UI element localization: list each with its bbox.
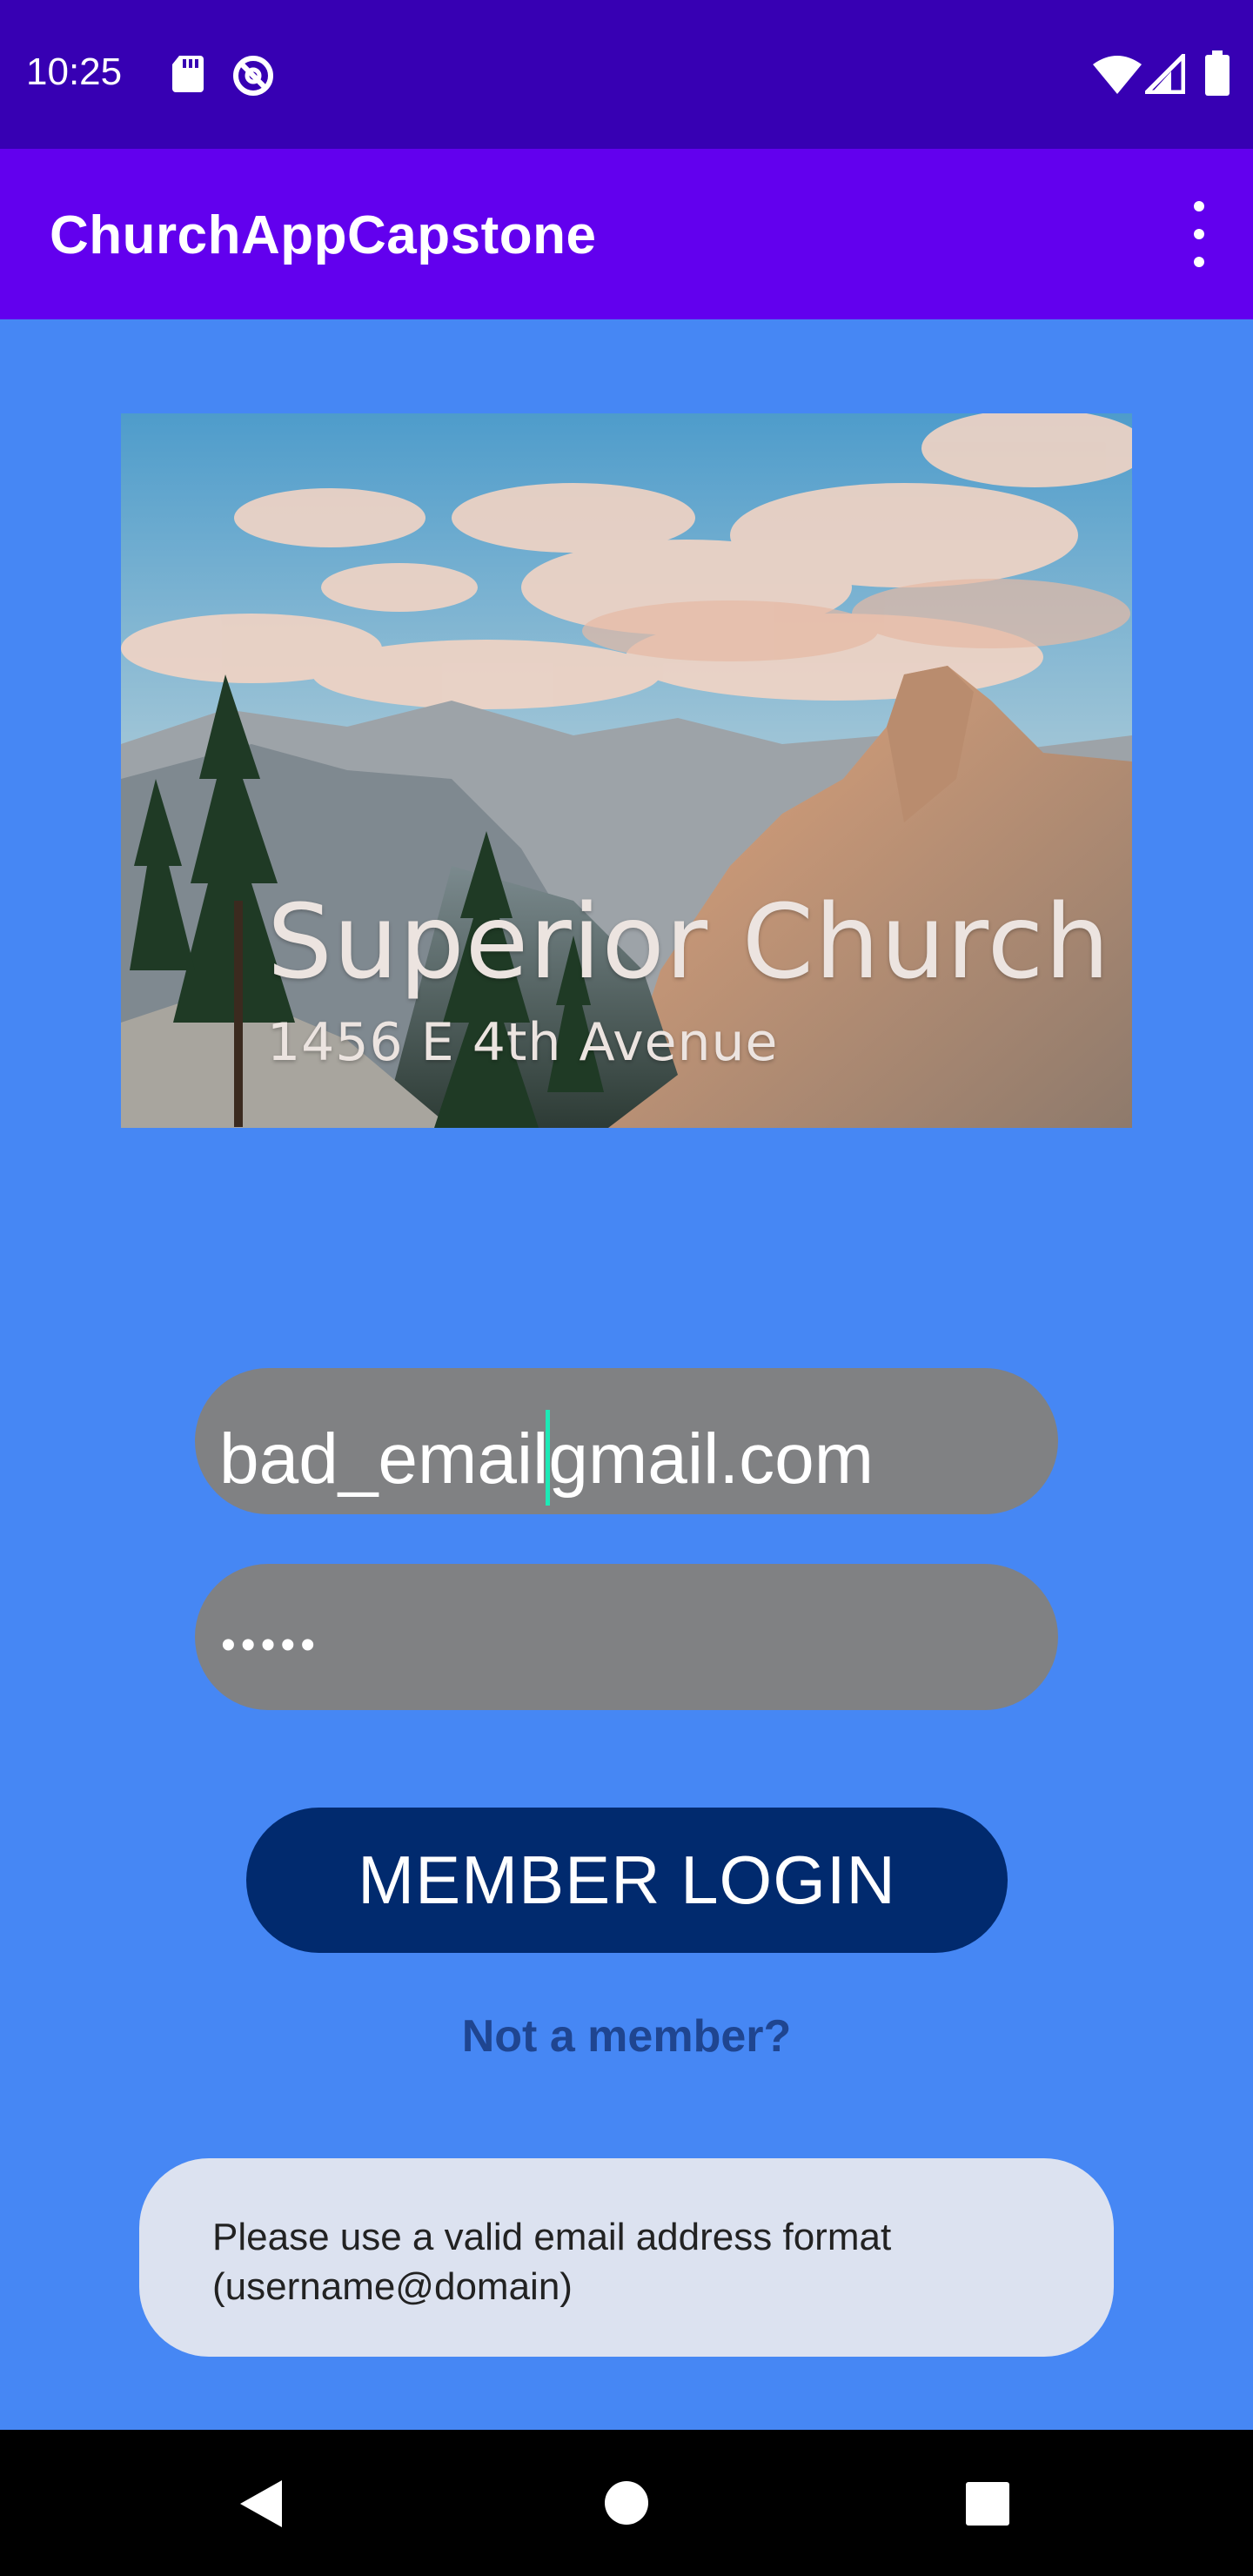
text-cursor [546,1410,551,1506]
status-bar: 10:25 [0,0,1253,149]
password-value: ••••• [221,1622,321,1668]
do-not-disturb-icon [233,56,273,96]
recents-icon[interactable] [966,2482,1009,2526]
banner-address: 1456 E 4th Avenue [267,1012,779,1073]
sd-card-icon [172,56,204,92]
battery-icon [1205,50,1230,96]
not-a-member-link[interactable]: Not a member? [0,2010,1253,2063]
email-text-after-cursor: gmail.com [548,1419,874,1499]
app-bar: ChurchAppCapstone [0,149,1253,319]
system-nav-bar [0,2430,1253,2576]
more-vert-icon[interactable] [1180,201,1218,267]
email-field[interactable]: bad_email gmail.com [195,1368,1058,1514]
toast-message: Please use a valid email address format … [212,2216,892,2308]
email-text-before-cursor: bad_email [219,1419,549,1499]
error-toast: Please use a valid email address format … [139,2158,1114,2357]
signal-icon [1145,54,1185,94]
status-time: 10:25 [26,50,123,93]
banner-title: Superior Church [267,882,1111,1002]
back-icon[interactable] [238,2479,284,2529]
member-login-button[interactable]: MEMBER LOGIN [246,1808,1008,1953]
password-field[interactable]: ••••• [195,1564,1058,1710]
church-banner-image: Superior Church 1456 E 4th Avenue [121,413,1132,1128]
email-value: bad_email gmail.com [219,1410,874,1507]
app-title: ChurchAppCapstone [50,205,597,265]
wifi-icon [1093,56,1142,94]
home-icon[interactable] [604,2480,649,2526]
